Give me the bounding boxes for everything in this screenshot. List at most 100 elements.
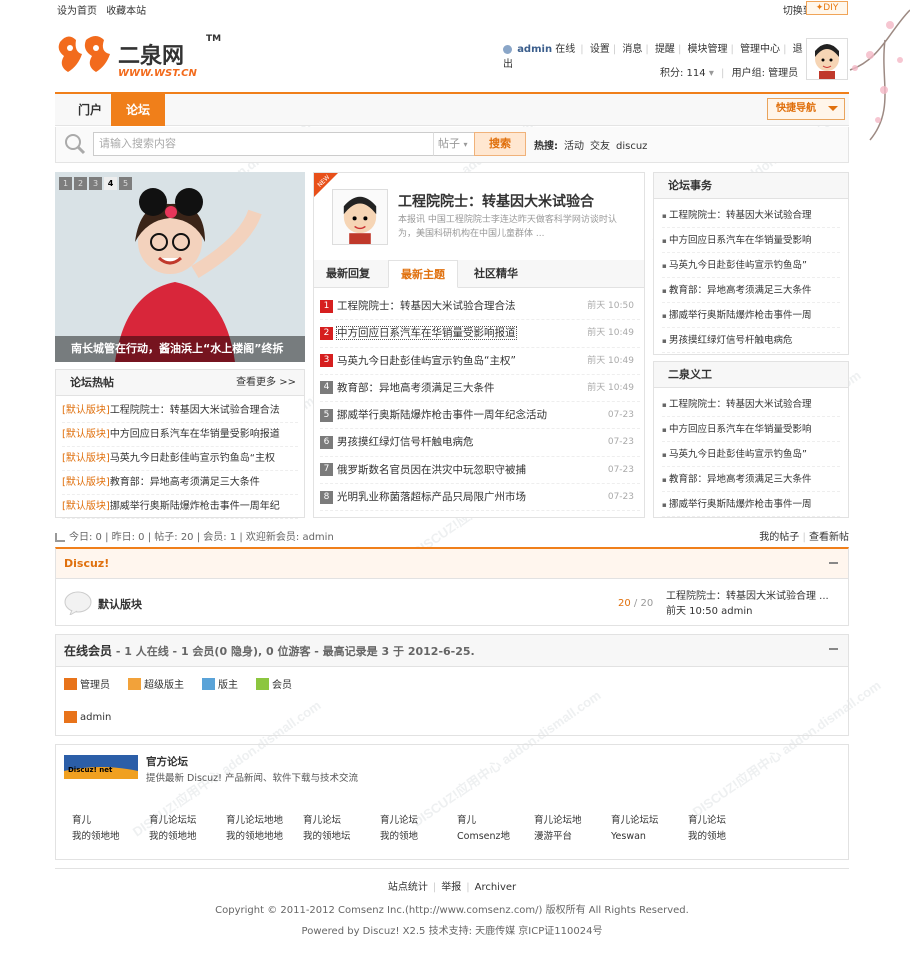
thread-title[interactable]: 马英九今日赴彭佳屿宣示钓鱼岛“主权” [337,355,516,367]
report-link[interactable]: 举报 [441,882,461,893]
hot-post-tag[interactable]: [默认版块] [62,501,110,512]
friend-link-item[interactable]: 育儿论坛地地 我的领地地地 [226,813,303,845]
tab-portal[interactable]: 门户 [63,94,117,126]
friend-link-sub[interactable]: 我的领地 [688,831,726,842]
bookmark-link[interactable]: 收藏本站 [106,6,146,17]
hot-post-tag[interactable]: [默认版块] [62,429,110,440]
friend-link-sub[interactable]: 我的领地坛 [303,831,351,842]
hot-post-item[interactable]: [默认版块]马英九今日赴彭佳屿宣示钓鱼岛“主权 [62,447,298,471]
slider-page[interactable]: 3 [89,177,102,190]
friend-link-item[interactable]: 育儿论坛地 漫游平台 [534,813,611,845]
tab-community-digest[interactable]: 社区精华 [462,260,530,288]
collapse-icon[interactable] [829,648,838,650]
friend-link-sub[interactable]: 我的领地地地 [226,831,283,842]
hot-search-item[interactable]: 交友 [590,141,610,152]
view-more-link[interactable]: 查看更多 >> [236,370,296,396]
friend-link-sub[interactable]: 漫游平台 [534,831,572,842]
hot-post-item[interactable]: [默认版块]挪威举行奥斯陆爆炸枪击事件一周年纪 [62,495,298,519]
friend-link-title[interactable]: 育儿论坛地地 [226,815,283,826]
tab-latest-topics[interactable]: 最新主题 [388,260,458,288]
affairs-item[interactable]: 中方回应日系汽车在华销量受影响 [662,228,840,253]
archiver-link[interactable]: Archiver [475,882,517,893]
tab-latest-replies[interactable]: 最新回复 [314,260,382,288]
hot-post-tag[interactable]: [默认版块] [62,453,110,464]
yigong-item[interactable]: 教育部：异地高考须满足三大条件 [662,467,840,492]
diy-button[interactable]: ✦DIY [806,1,848,15]
hot-post-title[interactable]: 中方回应日系汽车在华销量受影响报道 [110,429,280,440]
friend-link-title[interactable]: 育儿论坛坛 [611,815,659,826]
yigong-item[interactable]: 挪威举行奥斯陆爆炸枪击事件一周 [662,492,840,517]
set-home-link[interactable]: 设为首页 [57,6,97,17]
friend-link-title[interactable]: 育儿论坛 [380,815,418,826]
affairs-item[interactable]: 教育部：异地高考须满足三大条件 [662,278,840,303]
thread-title[interactable]: 中方回应日系汽车在华销量受影响报道 [336,326,517,341]
search-type-select[interactable]: 帖子 ▾ [433,132,477,156]
thread-title[interactable]: 挪威举行奥斯陆爆炸枪击事件一周年纪念活动 [337,409,547,421]
forum-name-link[interactable]: 默认版块 [98,596,142,612]
thread-item[interactable]: 3 马英九今日赴彭佳屿宣示钓鱼岛“主权” 前天 10:49 [320,348,640,375]
site-stats-link[interactable]: 站点统计 [388,882,428,893]
thread-title[interactable]: 工程院院士：转基因大米试验合理合法 [337,300,516,312]
thread-item[interactable]: 5 挪威举行奥斯陆爆炸枪击事件一周年纪念活动 07-23 [320,402,640,430]
official-forum-link[interactable]: 官方论坛 [146,754,188,769]
friend-link-title[interactable]: 育儿论坛 [303,815,341,826]
featured-title[interactable]: 工程院院士：转基因大米试验合 [398,191,594,211]
friend-link-item[interactable]: 育儿论坛坛 Yeswan [611,813,688,845]
thread-title[interactable]: 俄罗斯数名官员因在洪灾中玩忽职守被捕 [337,464,526,476]
thread-title[interactable]: 教育部：异地高考须满足三大条件 [337,382,495,394]
points-menu[interactable]: 积分: 114 [660,68,706,79]
friend-link-title[interactable]: 育儿论坛地 [534,815,582,826]
online-user[interactable]: admin [64,711,111,723]
settings-link[interactable]: 设置 [590,44,610,55]
category-title[interactable]: Discuz! [64,557,109,570]
featured-avatar[interactable] [332,189,388,245]
last-post-title[interactable]: 工程院院士：转基因大米试验合理 ... [666,591,829,602]
slider-page-active[interactable]: 4 [104,177,117,190]
affairs-item[interactable]: 男孩摸红绿灯信号杆触电病危 [662,328,840,353]
yigong-item[interactable]: 马英九今日赴彭佳屿宣示钓鱼岛” [662,442,840,467]
friend-link-sub[interactable]: Yeswan [611,831,646,842]
hot-post-title[interactable]: 马英九今日赴彭佳屿宣示钓鱼岛“主权 [110,453,275,464]
thread-title[interactable]: 男孩摸红绿灯信号杆触电病危 [337,436,474,448]
slider-page[interactable]: 2 [74,177,87,190]
reminders-link[interactable]: 提醒 [655,44,675,55]
hot-post-title[interactable]: 教育部：异地高考须满足三大条件 [110,477,260,488]
thread-item[interactable]: 2 中方回应日系汽车在华销量受影响报道 前天 10:49 [320,320,640,348]
yigong-item[interactable]: 工程院院士：转基因大米试验合理 [662,392,840,417]
friend-link-title[interactable]: 育儿 [457,815,476,826]
search-input[interactable]: 请输入搜索内容 [93,132,437,156]
admin-center-link[interactable]: 管理中心 [740,44,780,55]
friend-link-sub[interactable]: 我的领地地 [149,831,197,842]
hot-post-item[interactable]: [默认版块]教育部：异地高考须满足三大条件 [62,471,298,495]
thread-item[interactable]: 1 工程院院士：转基因大米试验合理合法 前天 10:50 [320,293,640,321]
affairs-item[interactable]: 工程院院士：转基因大米试验合理 [662,203,840,228]
slider-page[interactable]: 5 [119,177,132,190]
slider-caption[interactable]: 南长城管在行动，酱油浜上“水上楼阁”终拆 [55,336,305,362]
friend-link-title[interactable]: 育儿 [72,815,91,826]
hot-post-tag[interactable]: [默认版块] [62,405,110,416]
friend-link-title[interactable]: 育儿论坛 [688,815,726,826]
image-slider[interactable]: 1 2 3 4 5 南长城管在行动，酱油浜上“水上楼阁”终拆 [55,172,305,362]
my-posts-link[interactable]: 我的帖子 [759,532,799,543]
points-dropdown-icon[interactable]: ▾ [709,68,714,79]
thread-item[interactable]: 7 俄罗斯数名官员因在洪灾中玩忽职守被捕 07-23 [320,457,640,485]
username-link[interactable]: admin [517,44,552,55]
friend-link-sub[interactable]: 我的领地 [380,831,418,842]
friend-link-sub[interactable]: 我的领地地 [72,831,120,842]
search-button[interactable]: 搜索 [474,132,526,156]
yigong-item[interactable]: 中方回应日系汽车在华销量受影响 [662,417,840,442]
friend-link-item[interactable]: 育儿 Comsenz地 [457,813,534,845]
quick-nav-button[interactable]: 快捷导航 [767,98,845,120]
tab-forum[interactable]: 论坛 [111,94,166,126]
friend-link-item[interactable]: 育儿论坛 我的领地 [380,813,457,845]
module-manage-link[interactable]: 模块管理 [688,44,728,55]
hot-post-item[interactable]: [默认版块]中方回应日系汽车在华销量受影响报道 [62,423,298,447]
friend-link-item[interactable]: 育儿论坛 我的领地 [688,813,765,845]
slider-page[interactable]: 1 [59,177,72,190]
friend-link-title[interactable]: 育儿论坛坛 [149,815,197,826]
hot-post-item[interactable]: [默认版块]工程院院士：转基因大米试验合理合法 [62,399,298,423]
hot-search-item[interactable]: discuz [616,141,647,152]
affairs-item[interactable]: 马英九今日赴彭佳屿宣示钓鱼岛” [662,253,840,278]
thread-item[interactable]: 4 教育部：异地高考须满足三大条件 前天 10:49 [320,375,640,403]
affairs-item[interactable]: 挪威举行奥斯陆爆炸枪击事件一周 [662,303,840,328]
